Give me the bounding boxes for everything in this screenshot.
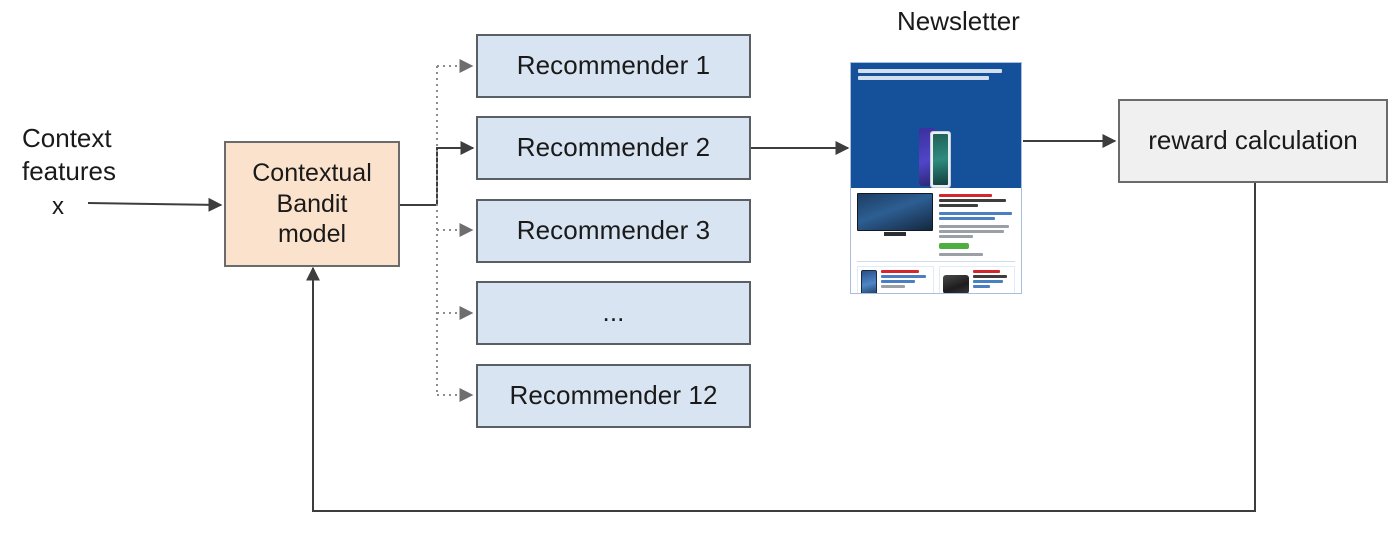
camera-product-copy xyxy=(972,270,1012,293)
secondary-product-cell-camera xyxy=(938,266,1015,293)
recommender-box-2[interactable]: Recommender 2 xyxy=(476,116,751,180)
phone-price-bar xyxy=(881,270,919,274)
secondary-product-cell-phone xyxy=(857,266,934,293)
product-desc-bar-3 xyxy=(938,235,974,239)
tv-stand xyxy=(883,232,907,237)
newsletter-hero-banner xyxy=(851,63,1021,189)
price-badge-bar xyxy=(938,194,993,198)
contextual-bandit-model-box[interactable]: Contextual Bandit model xyxy=(224,141,400,267)
recommender-box-1[interactable]: Recommender 1 xyxy=(476,34,751,98)
diagram-canvas: Context features x Contextual Bandit mod… xyxy=(0,0,1400,534)
context-variable-label: x xyxy=(52,193,64,220)
recommender-box-3[interactable]: Recommender 3 xyxy=(476,199,751,263)
camera-link-bar-1 xyxy=(972,280,1004,284)
recommender-box-ellipsis[interactable]: ... xyxy=(476,281,751,345)
recommender-label-2: Recommender 2 xyxy=(516,132,711,163)
newsletter-secondary-products xyxy=(857,266,1015,293)
phone-product-copy xyxy=(881,270,930,293)
phone-title-bar-2 xyxy=(881,280,915,284)
featured-product-copy xyxy=(938,193,1015,257)
newsletter-title: Newsletter xyxy=(897,6,1020,36)
recommender-label-3: Recommender 3 xyxy=(516,215,711,246)
product-footer-bar xyxy=(938,253,983,257)
contextual-bandit-model-label: Contextual Bandit model xyxy=(252,159,372,249)
newsletter-featured-product xyxy=(857,193,1015,257)
arrow-bandit-to-recommender-2 xyxy=(400,141,475,206)
tv-product-image xyxy=(857,193,933,256)
newsletter-divider xyxy=(857,261,1015,263)
context-features-label: Context features xyxy=(22,123,116,187)
reward-calculation-label: reward calculation xyxy=(1148,125,1358,156)
reward-calculation-box[interactable]: reward calculation xyxy=(1118,99,1388,183)
arrow-reward-feedback-to-bandit xyxy=(306,183,1256,512)
recommender-label-12: Recommender 12 xyxy=(509,380,718,411)
phone-desc-bar xyxy=(881,285,906,289)
tv-screen xyxy=(857,193,933,232)
product-link-bar-2 xyxy=(938,217,996,221)
product-title-bar-2 xyxy=(938,204,979,208)
phone-screen xyxy=(933,134,948,186)
arrow-context-to-bandit xyxy=(87,197,223,212)
availability-badge xyxy=(938,243,970,250)
recommender-label-1: Recommender 1 xyxy=(516,50,711,81)
newsletter-thumbnail xyxy=(850,62,1022,294)
product-link-bar-1 xyxy=(938,212,1012,216)
phone-thumbnail xyxy=(861,270,877,293)
recommender-box-12[interactable]: Recommender 12 xyxy=(476,364,751,428)
phone-title-bar-1 xyxy=(881,275,926,279)
newsletter-hero-phone-image xyxy=(919,126,953,189)
recommender-label-ellipsis: ... xyxy=(602,297,625,328)
camera-link-bar-2 xyxy=(972,285,991,289)
product-desc-bar-2 xyxy=(938,230,1004,234)
product-title-bar-1 xyxy=(938,199,1006,203)
newsletter-headline-line-2 xyxy=(858,76,990,80)
camera-thumbnail xyxy=(942,274,969,293)
newsletter-body xyxy=(851,188,1021,293)
product-desc-bar-1 xyxy=(938,225,1009,229)
phone-front xyxy=(930,131,951,189)
newsletter-headline-line-1 xyxy=(858,69,1002,73)
camera-price-bar xyxy=(972,270,1001,274)
camera-title-bar xyxy=(972,275,1008,279)
